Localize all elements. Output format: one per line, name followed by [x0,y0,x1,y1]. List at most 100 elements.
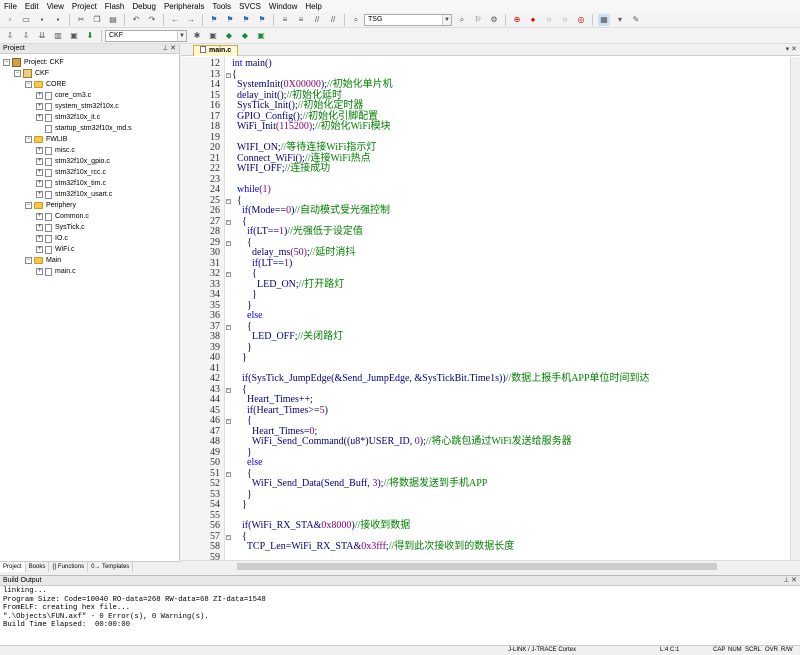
collapse-icon[interactable]: − [25,136,32,143]
find-combo[interactable]: TSG ▼ [364,13,452,26]
tree-item[interactable]: + system_stm32f10x.c [36,101,119,112]
vertical-scrollbar[interactable] [790,57,800,560]
tree-item[interactable]: − FWLIB [25,134,67,145]
redo-icon[interactable]: ↷ [146,14,158,26]
tree-item[interactable]: + SysTick.c [36,222,85,233]
expand-icon[interactable]: + [36,158,43,165]
pack-installer-icon[interactable]: ◆ [239,30,251,42]
expand-icon[interactable]: + [36,213,43,220]
expand-icon[interactable]: + [36,191,43,198]
fold-toggle-icon[interactable]: − [226,272,231,277]
tree-item[interactable]: + WiFi.c [36,244,74,255]
config-icon[interactable]: ⚙ [488,14,500,26]
tree-item[interactable]: + stm32f10x_rcc.c [36,167,106,178]
editor-tab-controls[interactable]: ▾ ✕ [786,44,797,55]
fold-toggle-icon[interactable]: − [226,419,231,424]
tree-item[interactable]: − Main [25,255,61,266]
menu-edit[interactable]: Edit [21,2,43,11]
prev-bookmark-icon[interactable]: ⚑ [224,14,236,26]
expand-icon[interactable]: + [36,169,43,176]
horizontal-scrollbar[interactable] [181,560,800,572]
menu-peripherals[interactable]: Peripherals [160,2,208,11]
tree-item[interactable]: − Project: CKF [3,57,64,68]
indent-icon[interactable]: ≡ [279,14,291,26]
comment-icon[interactable]: // [311,14,323,26]
tree-item[interactable]: + stm32f10x_usart.c [36,189,112,200]
build-icon[interactable]: ⇩ [20,30,32,42]
expand-icon[interactable]: + [36,180,43,187]
expand-icon[interactable]: + [36,235,43,242]
menu-help[interactable]: Help [301,2,325,11]
tree-item[interactable]: startup_stm32f10x_md.s [36,123,132,134]
fold-toggle-icon[interactable]: − [226,219,231,225]
save-icon[interactable]: ▪ [36,14,48,26]
expand-icon[interactable]: + [36,246,43,253]
incremental-find-icon[interactable]: ⚐ [472,14,484,26]
fold-toggle-icon[interactable]: − [226,198,231,204]
tree-item[interactable]: − CKF [14,68,49,79]
tree-item[interactable]: + core_cm3.c [36,90,91,101]
open-icon[interactable]: ▭ [20,14,32,26]
collapse-icon[interactable]: − [25,257,32,264]
pane-tab[interactable]: 0→ Templates [88,562,134,572]
kill-breakpoints-icon[interactable]: ○ [559,14,571,26]
stop-build-icon[interactable]: ▣ [68,30,80,42]
tree-item[interactable]: + Common.c [36,211,89,222]
tree-item[interactable]: + misc.c [36,145,75,156]
target-options-icon[interactable]: ✱ [191,30,203,42]
fold-toggle-icon[interactable]: − [226,240,231,246]
clear-bookmarks-icon[interactable]: ⚑ [256,14,268,26]
copy-icon[interactable]: ❐ [91,14,103,26]
menu-project[interactable]: Project [68,2,101,11]
tree-item[interactable]: + stm32f10x_gpio.c [36,156,110,167]
collapse-icon[interactable]: − [14,70,21,77]
kill-all-breakpoints-icon[interactable]: ◎ [575,14,587,26]
tree-item[interactable]: − CORE [25,79,66,90]
cut-icon[interactable]: ✂ [75,14,87,26]
tree-item[interactable]: + stm32f10x_it.c [36,112,100,123]
expand-icon[interactable]: + [36,147,43,154]
find-in-files-icon[interactable]: ⌕ [350,14,362,26]
expand-icon[interactable]: + [36,224,43,231]
tree-item[interactable]: + IO.c [36,233,68,244]
save-all-icon[interactable]: ▪ [52,14,64,26]
breakpoint-icon[interactable]: ● [527,14,539,26]
tools-icon[interactable]: ✎ [630,14,642,26]
debug-start-icon[interactable]: ⊕ [511,14,523,26]
find-icon[interactable]: ⌕ [456,14,468,26]
next-bookmark-icon[interactable]: ⚑ [240,14,252,26]
collapse-icon[interactable]: − [3,59,10,66]
rebuild-icon[interactable]: ⇊ [36,30,48,42]
menu-debug[interactable]: Debug [128,2,160,11]
menu-file[interactable]: File [0,2,21,11]
fold-toggle-icon[interactable]: − [226,471,231,477]
pane-tab[interactable]: Books [26,562,50,572]
pane-tab[interactable]: {} Functions [49,562,89,572]
menu-tools[interactable]: Tools [208,2,235,11]
scroll-thumb[interactable] [237,563,717,570]
tree-item[interactable]: + main.c [36,266,76,277]
fold-toggle-icon[interactable]: − [226,324,231,330]
chevron-down-icon[interactable]: ▼ [177,30,186,41]
collapse-icon[interactable]: − [25,202,32,209]
batch-build-icon[interactable]: ▥ [52,30,64,42]
fold-toggle-icon[interactable]: − [226,534,231,540]
target-select[interactable]: CKF ▼ [105,29,187,42]
expand-icon[interactable]: + [36,92,43,99]
menu-view[interactable]: View [43,2,68,11]
chevron-down-icon[interactable]: ▾ [614,14,626,26]
menu-flash[interactable]: Flash [101,2,129,11]
expand-icon[interactable]: + [36,114,43,121]
fold-toggle-icon[interactable]: − [226,387,231,393]
unindent-icon[interactable]: ≡ [295,14,307,26]
pane-tab[interactable]: Project [0,562,26,572]
menu-window[interactable]: Window [265,2,301,11]
disable-breakpoint-icon[interactable]: ○ [543,14,555,26]
bookmark-icon[interactable]: ⚑ [208,14,220,26]
rte-icon[interactable]: ▣ [255,30,267,42]
window-layout-icon[interactable]: ▦ [598,13,610,26]
nav-back-icon[interactable]: ← [169,14,181,26]
pane-controls[interactable]: ⊥ ✕ [783,576,797,586]
chevron-down-icon[interactable]: ▼ [442,14,451,25]
expand-icon[interactable]: + [36,268,43,275]
